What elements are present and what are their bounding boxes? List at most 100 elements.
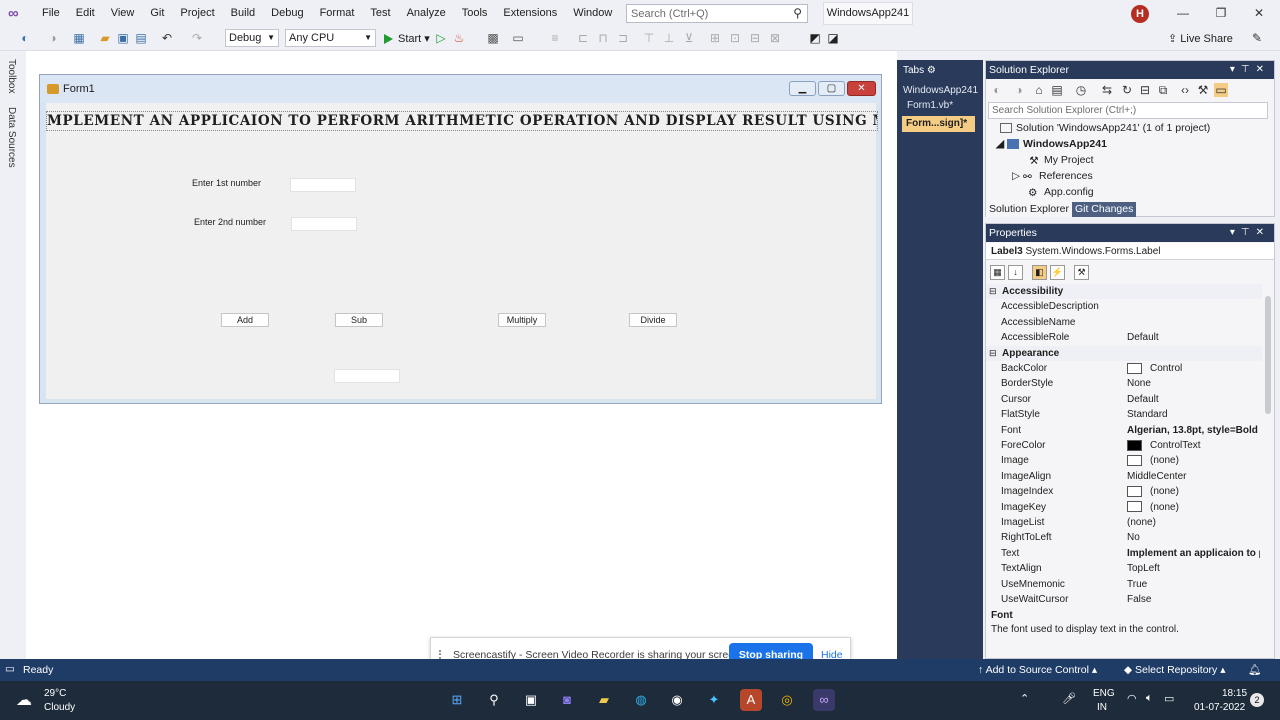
property-pages-icon[interactable]: ⚒ <box>1074 265 1089 280</box>
menu-git[interactable]: Git <box>142 0 172 27</box>
edge-icon[interactable]: ◍ <box>630 689 652 711</box>
solution-search-input[interactable]: Search Solution Explorer (Ctrl+;) <box>988 102 1268 119</box>
github-icon[interactable]: ◉ <box>666 689 688 711</box>
language-code[interactable]: ENG <box>1093 688 1115 699</box>
layout-icon[interactable]: ▭ <box>511 31 525 45</box>
property-row[interactable]: FlatStyle Standard <box>986 407 1262 422</box>
menu-file[interactable]: File <box>34 0 68 27</box>
clock-date[interactable]: 01-07-2022 <box>1194 702 1245 713</box>
chrome-icon[interactable]: ◎ <box>776 689 798 711</box>
platform-select[interactable]: Any CPU ▼ <box>285 29 376 47</box>
code-icon[interactable]: ‹› <box>1178 83 1192 97</box>
show-all-icon[interactable]: ⧉ <box>1156 83 1170 97</box>
visual-studio-logo-icon[interactable]: ∞ <box>8 5 28 22</box>
properties-object-selector[interactable]: Label3 System.Windows.Forms.Label <box>986 243 1274 260</box>
tab-form1-vb[interactable]: Form1.vb* <box>907 100 953 111</box>
redo-icon[interactable]: ↷ <box>190 31 204 45</box>
home-icon[interactable]: ⌂ <box>1032 83 1046 97</box>
property-row[interactable]: Font Algerian, 13.8pt, style=Bold <box>986 423 1262 438</box>
volume-icon[interactable]: 🔈︎ <box>1146 692 1153 705</box>
first-number-textbox[interactable] <box>290 178 356 192</box>
forward-icon[interactable]: ◑ <box>46 31 60 45</box>
file-explorer-icon[interactable]: ▰ <box>593 689 615 711</box>
property-row[interactable]: ForeColor ControlText <box>986 438 1262 453</box>
add-button[interactable]: Add <box>221 313 269 327</box>
align-top-icon[interactable]: ⊤ <box>642 31 656 45</box>
back-icon[interactable]: ◐ <box>990 83 1004 97</box>
align-icon[interactable]: ≡ <box>548 31 562 45</box>
toolbox-tab[interactable]: Toolbox <box>6 59 17 93</box>
tree-references[interactable]: ▷ ⚯ References <box>1012 170 1093 183</box>
history-icon[interactable]: ◷ <box>1074 83 1088 97</box>
switch-views-icon[interactable]: ▤ <box>1050 83 1064 97</box>
property-value[interactable]: Control <box>1127 361 1260 376</box>
save-icon[interactable]: ▣ <box>116 31 130 45</box>
forward-icon[interactable]: ◑ <box>1012 83 1026 97</box>
new-project-icon[interactable]: ▦ <box>72 31 86 45</box>
hot-reload-icon[interactable]: ♨ <box>452 31 466 45</box>
source-control-button[interactable]: ↑ Add to Source Control ▴ <box>978 664 1097 676</box>
tab-solution-explorer[interactable]: Solution Explorer <box>986 202 1072 217</box>
data-sources-tab[interactable]: Data Sources <box>6 107 17 168</box>
property-value[interactable]: (none) <box>1127 453 1260 468</box>
property-row[interactable]: ImageIndex (none) <box>986 484 1262 499</box>
property-value[interactable]: (none) <box>1127 500 1260 515</box>
first-number-label[interactable]: Enter 1st number <box>192 178 261 188</box>
live-share-button[interactable]: ⇪ Live Share <box>1168 31 1233 47</box>
property-row[interactable]: ImageList (none) <box>986 515 1262 530</box>
language-region[interactable]: IN <box>1097 702 1107 713</box>
tree-my-project[interactable]: ⚒ My Project <box>1028 154 1093 167</box>
property-value[interactable]: False <box>1127 592 1260 607</box>
menu-test[interactable]: Test <box>362 0 398 27</box>
back-icon[interactable]: ◐ <box>18 31 32 45</box>
browse-icon[interactable]: ▩ <box>486 31 500 45</box>
property-value[interactable]: ControlText <box>1127 438 1260 453</box>
undo-icon[interactable]: ↶ <box>160 31 174 45</box>
tab-solution[interactable]: WindowsApp241 <box>903 85 978 96</box>
property-value[interactable]: (none) <box>1127 515 1260 530</box>
second-number-textbox[interactable] <box>291 217 357 231</box>
windows-start-icon[interactable]: ⊞ <box>446 689 468 711</box>
wrench-icon[interactable]: ⚒ <box>1196 83 1210 97</box>
gear-icon[interactable]: ⚙ <box>927 65 936 76</box>
menu-edit[interactable]: Edit <box>68 0 103 27</box>
feedback-icon[interactable]: ✎ <box>1250 31 1264 45</box>
chevron-up-icon[interactable]: ⌃ <box>1020 692 1029 705</box>
open-folder-icon[interactable]: ▰ <box>98 31 112 45</box>
tree-app-config[interactable]: ⚙ App.config <box>1028 186 1094 199</box>
multiply-button[interactable]: Multiply <box>498 313 546 327</box>
notification-badge[interactable]: 2 <box>1250 693 1264 707</box>
visual-studio-icon[interactable]: ∞ <box>813 689 835 711</box>
menu-build[interactable]: Build <box>223 0 263 27</box>
panel-controls[interactable]: ▾⊤✕ <box>1230 224 1270 242</box>
property-row[interactable]: TextAlign TopLeft <box>986 561 1262 576</box>
menu-debug[interactable]: Debug <box>263 0 311 27</box>
tab-git-changes[interactable]: Git Changes <box>1071 202 1137 217</box>
menu-tools[interactable]: Tools <box>454 0 496 27</box>
preview-icon[interactable]: ▭ <box>1214 83 1228 97</box>
align-right-icon[interactable]: ⊐ <box>616 31 630 45</box>
divide-button[interactable]: Divide <box>629 313 677 327</box>
property-row[interactable]: Image (none) <box>986 453 1262 468</box>
tab-form1-design[interactable]: Form...sign]* <box>902 116 975 132</box>
avatar[interactable]: H <box>1131 5 1149 23</box>
menu-view[interactable]: View <box>103 0 143 27</box>
save-all-icon[interactable]: ▤ <box>134 31 148 45</box>
property-row[interactable]: UseMnemonic True <box>986 577 1262 592</box>
property-row[interactable]: RightToLeft No <box>986 530 1262 545</box>
form-window[interactable]: Form1 ▁ ▢ ✕ MPLEMENT AN APPLICAION TO PE… <box>39 74 882 404</box>
property-row[interactable]: Text Implement an applicaion to p <box>986 546 1262 561</box>
align-middle-icon[interactable]: ⊥ <box>662 31 676 45</box>
property-row[interactable]: AccessibleRole Default <box>986 330 1262 345</box>
task-view-icon[interactable]: ▣ <box>520 689 542 711</box>
send-back-icon[interactable]: ◪ <box>826 31 840 45</box>
heading-label[interactable]: MPLEMENT AN APPLICAION TO PERFORM ARITHM… <box>46 111 878 131</box>
tree-solution[interactable]: Solution 'WindowsApp241' (1 of 1 project… <box>1000 122 1210 134</box>
events-icon[interactable]: ⚡ <box>1050 265 1065 280</box>
chat-icon[interactable]: ◙ <box>556 689 578 711</box>
property-row[interactable]: AccessibleDescription <box>986 299 1262 314</box>
property-row[interactable]: BorderStyle None <box>986 376 1262 391</box>
property-value[interactable]: Default <box>1127 392 1260 407</box>
sub-button[interactable]: Sub <box>335 313 383 327</box>
menu-format[interactable]: Format <box>312 0 363 27</box>
